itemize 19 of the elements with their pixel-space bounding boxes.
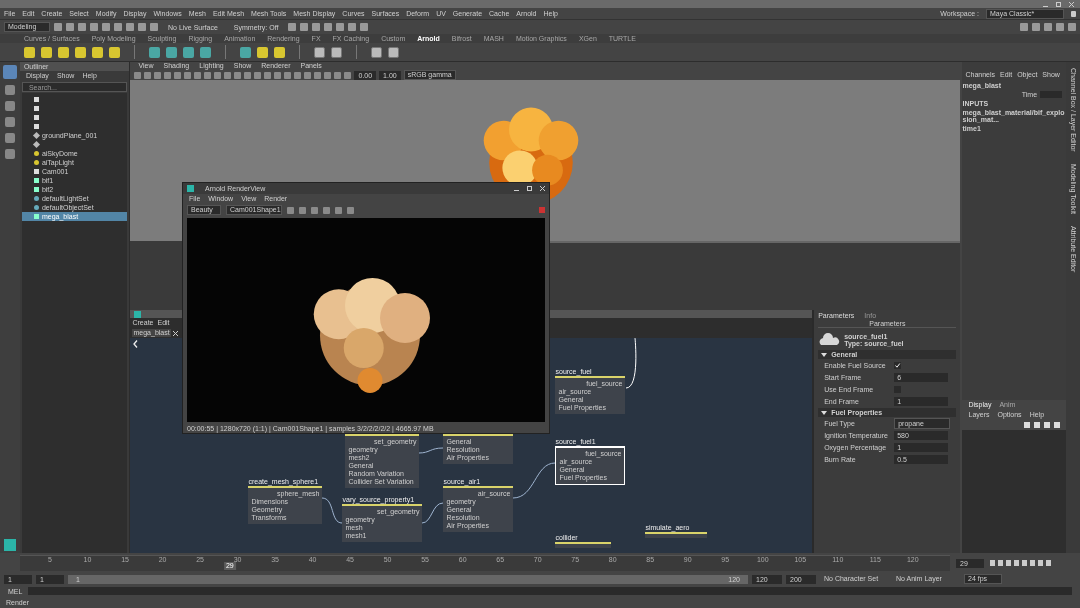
connector-line	[626, 338, 637, 389]
collapse-arrow-icon[interactable]	[821, 409, 828, 416]
app-icon	[187, 185, 194, 192]
cloud-icon	[818, 333, 841, 347]
select-icon[interactable]	[2, 65, 17, 79]
graph-node[interactable]	[645, 532, 708, 538]
app-icon	[134, 310, 142, 318]
checkbox[interactable]	[894, 362, 902, 369]
close-icon[interactable]	[540, 186, 545, 191]
graph-node[interactable]	[555, 542, 612, 548]
connector-line	[419, 447, 444, 454]
maximize-icon[interactable]	[1056, 1, 1061, 7]
connector-line	[513, 462, 556, 499]
close-icon[interactable]	[172, 330, 178, 336]
collapse-arrow-icon[interactable]	[821, 351, 828, 358]
connector-line	[322, 497, 343, 524]
maximize-icon[interactable]	[527, 186, 532, 191]
command-field[interactable]	[28, 587, 1072, 595]
connector-line	[422, 502, 444, 524]
